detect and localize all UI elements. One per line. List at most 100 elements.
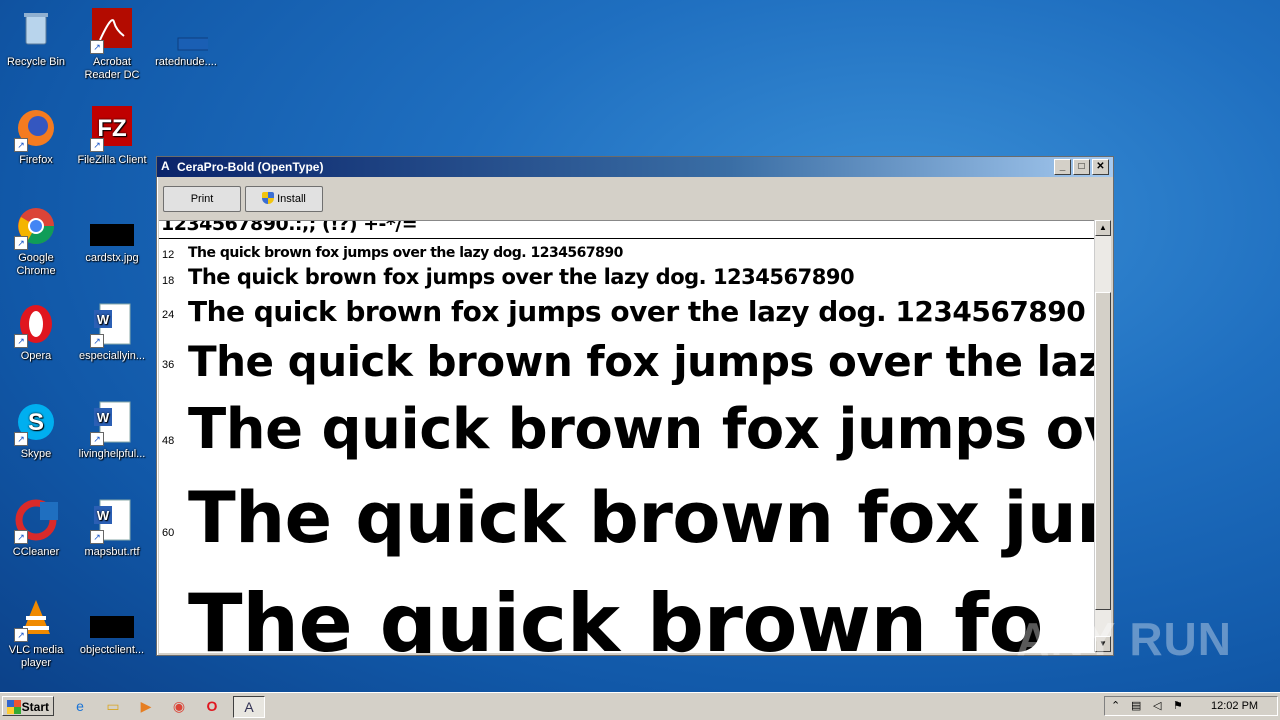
desktop-icon-label: Acrobat Reader DC: [84, 56, 140, 81]
word-doc-icon: W ↗: [90, 302, 134, 348]
font-viewer-window[interactable]: A CeraPro-Bold (OpenType) _ □ ✕ Print In…: [156, 156, 1114, 656]
minimize-button[interactable]: _: [1054, 159, 1071, 175]
desktop-icon-label: Google Chrome: [16, 252, 56, 277]
desktop-icon-vlc[interactable]: ↗ VLC media player: [0, 596, 72, 670]
desktop-icon-filezilla[interactable]: FZ ↗ FileZilla Client: [76, 106, 148, 167]
desktop-icon-chrome[interactable]: ↗ Google Chrome: [0, 204, 72, 278]
filezilla-icon: FZ ↗: [90, 106, 134, 152]
divider: [159, 238, 1095, 239]
desktop-icon-objectclient[interactable]: objectclient...: [76, 596, 148, 657]
desktop-icon-label: VLC media player: [8, 644, 64, 669]
svg-text:W: W: [97, 508, 110, 523]
file-icon: [164, 8, 223, 52]
scroll-thumb[interactable]: [1095, 292, 1111, 610]
close-button[interactable]: ✕: [1092, 159, 1109, 175]
start-label: Start: [21, 700, 49, 714]
sample-text: The quick brown fo: [188, 577, 1043, 653]
taskbar-media-player-icon[interactable]: ▶: [134, 696, 158, 716]
install-button[interactable]: Install: [245, 186, 323, 212]
font-app-icon: A: [161, 159, 170, 173]
shortcut-arrow-icon: ↗: [14, 628, 28, 642]
shortcut-arrow-icon: ↗: [14, 334, 28, 348]
tray-expand-icon[interactable]: ⌃: [1111, 697, 1120, 715]
svg-text:W: W: [97, 410, 110, 425]
watermark: ANY RUN: [1016, 613, 1232, 665]
shortcut-arrow-icon: ↗: [90, 334, 104, 348]
chrome-icon: ↗: [14, 204, 58, 250]
size-label: 12: [162, 249, 175, 261]
taskbar-ie-icon[interactable]: e: [68, 696, 92, 716]
install-button-label: Install: [277, 193, 306, 205]
windows-logo-icon: [7, 700, 21, 714]
word-doc-icon: W ↗: [90, 498, 134, 544]
shortcut-arrow-icon: ↗: [90, 530, 104, 544]
taskbar-font-viewer-icon[interactable]: A: [233, 696, 265, 718]
desktop-icon-label: Skype: [20, 448, 52, 460]
ccleaner-icon: ↗: [14, 498, 58, 544]
desktop-icon-mapsbut[interactable]: W ↗ mapsbut.rtf: [76, 498, 148, 559]
size-label: 36: [162, 359, 175, 371]
svg-text:S: S: [28, 409, 44, 436]
sample-text: The quick brown fox jum: [188, 477, 1095, 559]
sample-text: The quick brown fox jumps ov: [188, 397, 1095, 462]
desktop-icon-label: cardstx.jpg: [85, 252, 139, 264]
desktop-icon-label: Recycle Bin: [6, 56, 66, 68]
volume-icon[interactable]: ◁: [1153, 697, 1161, 715]
recycle-bin-icon: [14, 8, 58, 52]
taskbar-opera-icon[interactable]: O: [200, 696, 224, 716]
size-label: 18: [162, 275, 175, 287]
desktop-icon-label: ratednude....: [155, 56, 217, 68]
desktop-icon-especiallyin[interactable]: W ↗ especiallyin...: [76, 302, 148, 363]
vertical-scrollbar[interactable]: ▲ ▼: [1094, 220, 1111, 652]
size-label: 48: [162, 435, 175, 447]
print-button-label: Print: [190, 193, 214, 205]
font-preview-area: 1234567890.:,; (!?) +-*/= 12 The quick b…: [159, 220, 1095, 653]
desktop-icon-ratednude[interactable]: ratednude....: [150, 8, 223, 69]
shortcut-arrow-icon: ↗: [90, 40, 104, 54]
taskbar-chrome-icon[interactable]: ◉: [167, 696, 191, 716]
desktop-icon-label: FileZilla Client: [77, 154, 147, 166]
scroll-up-button[interactable]: ▲: [1095, 220, 1111, 236]
network-icon[interactable]: ▤: [1131, 697, 1141, 715]
size-label: 60: [162, 527, 175, 539]
desktop-icon-label: livinghelpful...: [78, 448, 146, 460]
word-doc-icon: W ↗: [90, 400, 134, 446]
taskbar: Start e ▭ ▶ ◉ O A ⌃ ▤ ◁ ⚑ 12:02 PM: [0, 692, 1280, 720]
shortcut-arrow-icon: ↗: [14, 432, 28, 446]
skype-icon: S ↗: [14, 400, 58, 446]
desktop-icon-label: CCleaner: [12, 546, 60, 558]
firefox-icon: ↗: [14, 106, 58, 152]
desktop-icon-label: mapsbut.rtf: [84, 546, 140, 558]
flag-icon[interactable]: ⚑: [1173, 697, 1183, 715]
clock[interactable]: 12:02 PM: [1211, 697, 1258, 715]
desktop-icon-recycle-bin[interactable]: Recycle Bin: [0, 8, 72, 69]
desktop-icon-livinghelpful[interactable]: W ↗ livinghelpful...: [76, 400, 148, 461]
sample-text: The quick brown fox jumps over the lazy: [188, 337, 1095, 386]
desktop-icon-label: especiallyin...: [78, 350, 146, 362]
desktop-icon-firefox[interactable]: ↗ Firefox: [0, 106, 72, 167]
image-file-icon: [90, 204, 134, 248]
desktop-icon-label: Firefox: [19, 154, 53, 166]
shortcut-arrow-icon: ↗: [14, 236, 28, 250]
desktop-icon-cardstx[interactable]: cardstx.jpg: [76, 204, 148, 265]
print-button[interactable]: Print: [163, 186, 241, 212]
desktop-icon-ccleaner[interactable]: ↗ CCleaner: [0, 498, 72, 559]
shortcut-arrow-icon: ↗: [90, 138, 104, 152]
sample-text: The quick brown fox jumps over the lazy …: [188, 245, 623, 261]
start-button[interactable]: Start: [2, 696, 54, 716]
title-bar[interactable]: A CeraPro-Bold (OpenType) _ □ ✕: [157, 157, 1113, 177]
sample-text: The quick brown fox jumps over the lazy …: [188, 295, 1086, 328]
taskbar-explorer-icon[interactable]: ▭: [101, 696, 125, 716]
image-file-icon: [90, 596, 134, 640]
shield-icon: [262, 192, 275, 204]
sample-text: The quick brown fox jumps over the lazy …: [188, 265, 855, 289]
desktop-icon-skype[interactable]: S ↗ Skype: [0, 400, 72, 461]
toolbar: Print Install: [157, 177, 1113, 215]
desktop-icon-opera[interactable]: ↗ Opera: [0, 302, 72, 363]
acrobat-icon: ↗: [90, 8, 134, 54]
system-tray: ⌃ ▤ ◁ ⚑ 12:02 PM: [1104, 696, 1278, 716]
svg-text:W: W: [97, 312, 110, 327]
maximize-button[interactable]: □: [1073, 159, 1090, 175]
char-set-preview: 1234567890.:,; (!?) +-*/=: [161, 220, 418, 235]
desktop-icon-acrobat[interactable]: ↗ Acrobat Reader DC: [76, 8, 148, 82]
